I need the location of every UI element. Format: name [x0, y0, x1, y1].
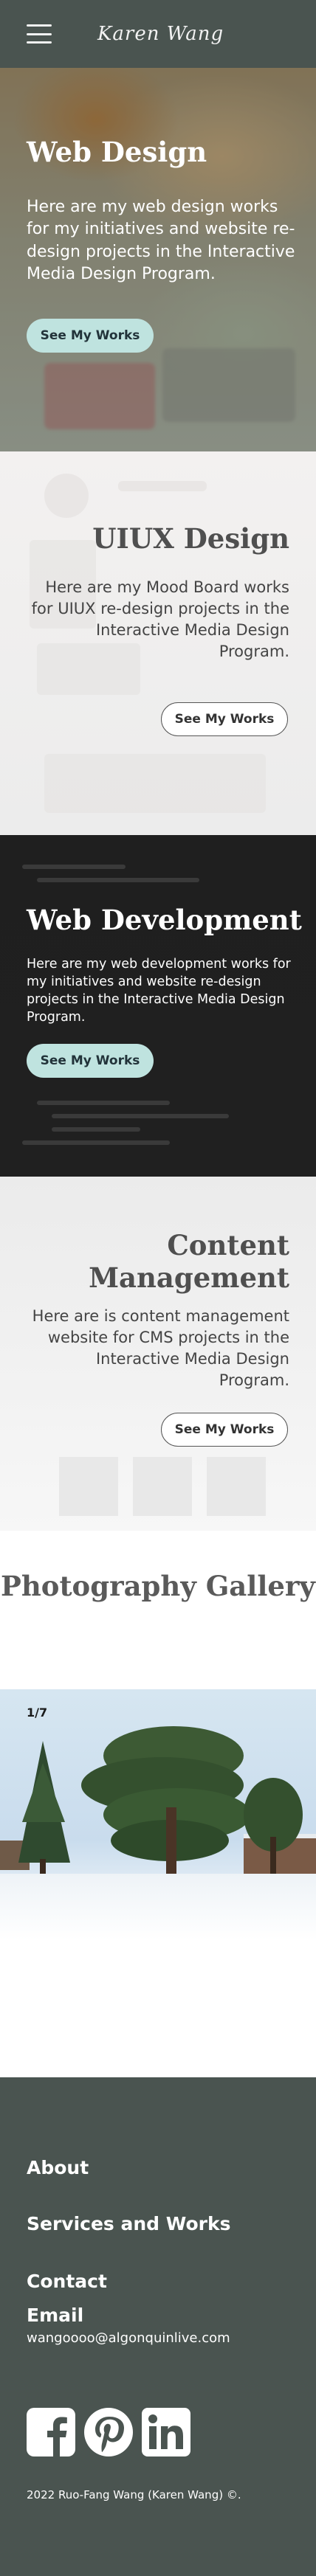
- uiux-section: UIUX Design Here are my Mood Board works…: [0, 451, 316, 835]
- uiux-description: Here are my Mood Board works for UIUX re…: [31, 578, 289, 660]
- copyright-text: 2022 Ruo-Fang Wang (Karen Wang) ©.: [27, 2488, 241, 2501]
- footer-link-contact[interactable]: Contact: [27, 2271, 107, 2292]
- footer-email-address[interactable]: wangoooo@algonquinlive.com: [27, 2330, 230, 2346]
- pinterest-icon[interactable]: [84, 2408, 133, 2456]
- uiux-title: UIUX Design: [92, 522, 289, 555]
- footer-link-services-works[interactable]: Services and Works: [27, 2213, 230, 2234]
- gallery-slideshow[interactable]: 1/7: [0, 1689, 316, 1940]
- web-design-description: Here are my web design works for my init…: [27, 198, 295, 284]
- hamburger-menu-icon[interactable]: [27, 24, 52, 44]
- web-dev-description: Here are my web development works for my…: [27, 957, 291, 1025]
- uiux-see-works-button[interactable]: See My Works: [161, 702, 288, 736]
- slide-counter: 1/7: [27, 1706, 48, 1720]
- content-management-see-works-button[interactable]: See My Works: [161, 1413, 288, 1447]
- brand-logo[interactable]: Karen Wang: [97, 23, 224, 45]
- web-design-see-works-button[interactable]: See My Works: [27, 319, 154, 353]
- web-dev-see-works-button[interactable]: See My Works: [27, 1044, 154, 1078]
- content-management-section: Content Management Here are is content m…: [0, 1177, 316, 1531]
- snow-ground: [0, 1874, 316, 1940]
- web-dev-section: Web Development Here are my web developm…: [0, 835, 316, 1177]
- linkedin-icon[interactable]: [142, 2408, 190, 2456]
- web-design-section: Web Design Here are my web design works …: [0, 68, 316, 451]
- site-footer: About Services and Works Contact Email w…: [0, 2077, 316, 2576]
- web-dev-title: Web Development: [27, 904, 302, 936]
- footer-link-about[interactable]: About: [27, 2157, 89, 2178]
- content-management-title: Content Management: [89, 1229, 289, 1294]
- content-management-description: Here are is content management website f…: [32, 1307, 289, 1389]
- facebook-icon[interactable]: [27, 2408, 75, 2456]
- gallery-section: Photography Gallery: [0, 1531, 316, 1689]
- footer-email-heading: Email: [27, 2305, 84, 2326]
- gallery-title: Photography Gallery: [1, 1570, 315, 1602]
- web-design-title: Web Design: [27, 136, 207, 168]
- site-header: Karen Wang: [0, 0, 316, 68]
